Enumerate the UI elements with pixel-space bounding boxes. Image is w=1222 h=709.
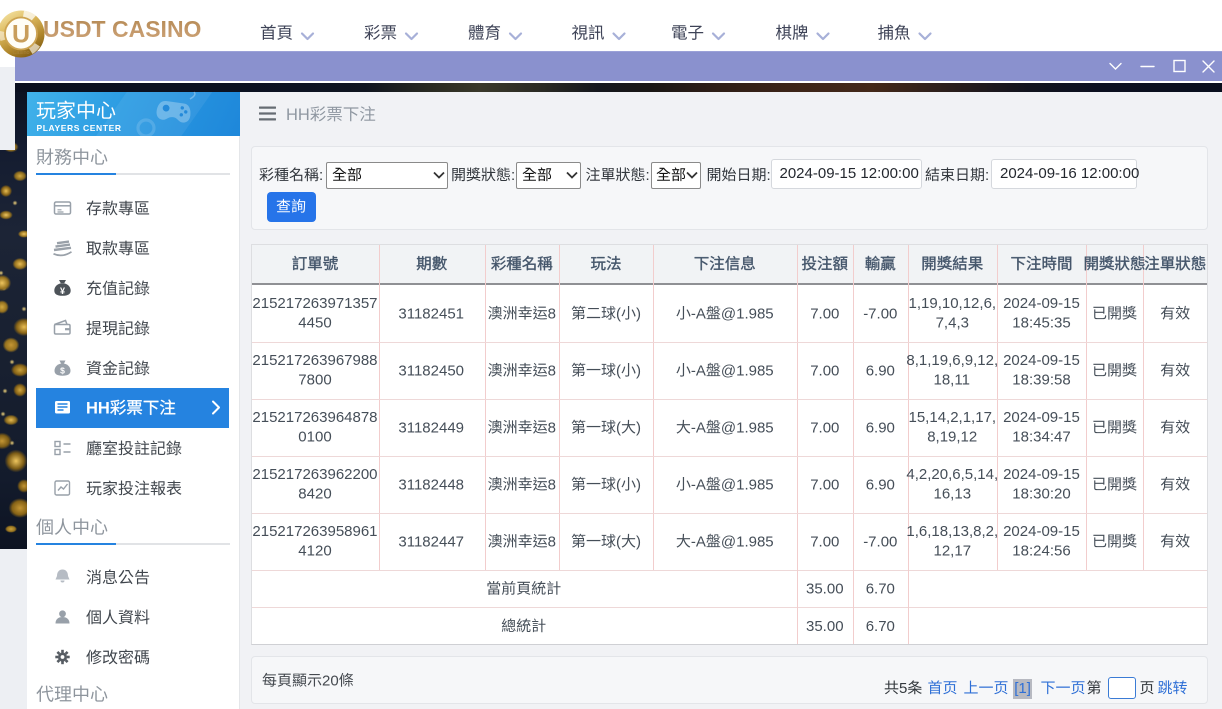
svg-text:8,1,19,6,9,12,: 8,1,19,6,9,12, [906,352,998,369]
svg-text:@1.985: @1.985 [721,476,774,493]
svg-text:7.00: 7.00 [810,362,839,379]
svg-text:6.70: 6.70 [866,581,895,598]
svg-text:8420: 8420 [298,486,331,503]
svg-text:@1.985: @1.985 [721,362,774,379]
svg-text:31182448: 31182448 [398,476,464,493]
svg-text:8: 8 [548,419,556,436]
svg-text:): ) [636,362,641,379]
svg-text:2024-09-15: 2024-09-15 [1003,409,1080,426]
svg-text::: : [511,167,515,184]
svg-text::: : [646,167,650,184]
svg-text:-A: -A [691,419,706,436]
svg-text:4,2,20,6,5,14,: 4,2,20,6,5,14, [906,466,998,483]
svg-text:20: 20 [322,673,339,690]
svg-text:31182447: 31182447 [398,533,464,550]
svg-text:1,6,18,13,8,2,: 1,6,18,13,8,2, [906,523,998,540]
svg-text:215217263964878: 215217263964878 [252,409,377,426]
svg-text:(: ( [616,533,621,550]
svg-text:7.00: 7.00 [810,419,839,436]
svg-text:@1.985: @1.985 [721,305,774,322]
svg-text::: : [319,167,323,184]
svg-text:$: $ [60,366,65,376]
svg-text:18:45:35: 18:45:35 [1012,315,1070,332]
svg-text:18:34:47: 18:34:47 [1012,429,1070,446]
svg-text:1,19,10,12,6,: 1,19,10,12,6, [909,295,997,312]
svg-text::: : [767,167,771,184]
svg-text:7.00: 7.00 [810,476,839,493]
svg-text:-7.00: -7.00 [863,305,897,322]
svg-text:31182449: 31182449 [398,419,464,436]
svg-text:): ) [636,476,641,493]
svg-text:¥: ¥ [60,286,65,296]
svg-text:7,4,3: 7,4,3 [936,315,969,332]
svg-text:5: 5 [899,680,907,697]
svg-text:8: 8 [548,476,556,493]
svg-text:215217263958961: 215217263958961 [252,523,377,540]
svg-text:18:24:56: 18:24:56 [1012,543,1070,560]
svg-text:0100: 0100 [298,429,331,446]
svg-text:6.90: 6.90 [866,476,895,493]
svg-text:8: 8 [548,305,556,322]
svg-text:2024-09-15: 2024-09-15 [1003,466,1080,483]
svg-text:7.00: 7.00 [810,533,839,550]
svg-text:(: ( [616,476,621,493]
svg-text::: : [985,167,989,184]
svg-text:(: ( [616,362,621,379]
svg-text:8: 8 [548,533,556,550]
svg-text:6.90: 6.90 [866,362,895,379]
svg-text:215217263971357: 215217263971357 [252,295,377,312]
svg-text:@1.985: @1.985 [721,419,774,436]
svg-text:7.00: 7.00 [810,305,839,322]
svg-text:(: ( [616,419,621,436]
svg-text:16,13: 16,13 [934,486,972,503]
svg-text:12,17: 12,17 [934,543,972,560]
svg-text:-A: -A [691,476,706,493]
svg-text:31182450: 31182450 [398,362,464,379]
svg-text:-7.00: -7.00 [863,533,897,550]
svg-text:(: ( [616,305,621,322]
svg-text:): ) [636,305,641,322]
svg-text:4120: 4120 [298,543,331,560]
svg-text:2024-09-15: 2024-09-15 [1003,295,1080,312]
svg-text:HH: HH [286,106,310,124]
svg-text:35.00: 35.00 [806,581,844,598]
svg-text:-A: -A [691,362,706,379]
svg-text:6.90: 6.90 [866,419,895,436]
svg-text:2024-09-15: 2024-09-15 [1003,352,1080,369]
svg-text:18:30:20: 18:30:20 [1012,486,1070,503]
svg-text:31182451: 31182451 [398,305,464,322]
svg-text:@1.985: @1.985 [721,533,774,550]
svg-text:215217263967988: 215217263967988 [252,352,377,369]
svg-text:215217263962200: 215217263962200 [252,466,377,483]
svg-text:7800: 7800 [298,372,331,389]
svg-text:4450: 4450 [298,315,331,332]
svg-text:8,19,12: 8,19,12 [927,429,977,446]
svg-text:18:39:58: 18:39:58 [1012,372,1070,389]
svg-text:8: 8 [548,362,556,379]
svg-text:15,14,2,1,17,: 15,14,2,1,17, [909,409,997,426]
svg-text:-A: -A [691,305,706,322]
svg-text:PLAYERS CENTER: PLAYERS CENTER [37,123,122,133]
svg-text:18,11: 18,11 [934,372,970,389]
svg-text:35.00: 35.00 [806,618,844,635]
svg-text:6.70: 6.70 [866,618,895,635]
svg-text:): ) [636,533,641,550]
svg-text:): ) [636,419,641,436]
svg-text:[1]: [1] [1014,680,1031,697]
svg-text:-A: -A [691,533,706,550]
svg-text:HH: HH [86,400,110,418]
svg-text:2024-09-15: 2024-09-15 [1003,523,1080,540]
